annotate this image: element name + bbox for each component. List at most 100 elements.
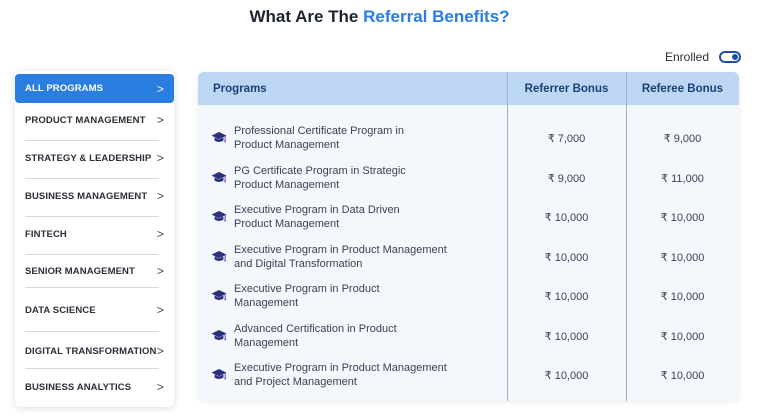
chevron-right-icon: > [156,189,164,203]
enrolled-label: Enrolled [664,50,709,64]
sidebar-divider [25,331,159,332]
sidebar-item-label: SENIOR MANAGEMENT [25,265,135,277]
sidebar-item-fintech[interactable]: FINTECH > [15,219,174,249]
program-name-line: Executive Program in Product [234,283,380,295]
table-row: Professional Certificate Program in Produ… [198,118,739,158]
program-name-line: Executive Program in Data Driven [234,204,400,216]
sidebar-item-digital-transformation[interactable]: DIGITAL TRANSFORMATION > [15,336,174,366]
program-name-line: PG Certificate Program in Strategic [234,165,406,177]
referee-bonus-cell: ₹ 10,000 [660,290,705,303]
column-header-programs: Programs [213,82,267,95]
sidebar-divider [25,368,159,369]
sidebar-item-senior-management[interactable]: SENIOR MANAGEMENT > [15,256,174,286]
sidebar-item-business-management[interactable]: BUSINESS MANAGEMENT > [15,181,174,211]
chevron-right-icon: > [156,344,164,358]
column-header-referrer-bonus: Referrer Bonus [524,82,609,95]
program-name-line: Advanced Certification in Product [234,323,397,335]
referrer-bonus-cell: ₹ 10,000 [544,330,589,343]
chevron-right-icon: > [156,380,164,394]
program-name-line: Management [234,337,299,349]
sidebar-divider [25,254,159,255]
referrer-bonus-cell: ₹ 9,000 [547,172,586,185]
enrolled-toggle[interactable] [719,51,741,63]
sidebar-item-product-management[interactable]: PRODUCT MANAGEMENT > [15,105,174,135]
chevron-right-icon: > [156,151,164,165]
heading-prefix: What Are The [249,7,364,26]
sidebar-item-label: BUSINESS MANAGEMENT [25,190,148,202]
graduation-cap-icon [211,329,227,343]
section-heading: What Are The Referral Benefits? [0,7,759,27]
referee-bonus-cell: ₹ 11,000 [661,172,704,185]
program-name: Executive Program in Product Management a… [234,243,459,271]
program-cell: Executive Program in Product Management [211,276,459,316]
chevron-right-icon: > [156,81,164,96]
program-category-sidebar: ALL PROGRAMS > PRODUCT MANAGEMENT > STRA… [15,71,174,407]
program-name: Executive Program in Data Driven Product … [234,203,459,231]
program-name-line: Professional Certificate Program in [234,125,404,137]
program-name: Executive Program in Product Management a… [234,361,459,389]
program-cell: Executive Program in Data Driven Product … [211,197,459,237]
program-cell: Advanced Certification in Product Managem… [211,316,459,356]
sidebar-item-strategy-leadership[interactable]: STRATEGY & LEADERSHIP > [15,143,174,173]
referee-bonus-cell: ₹ 10,000 [660,251,705,264]
referrer-bonus-cell: ₹ 10,000 [544,251,589,264]
chevron-right-icon: > [156,227,164,241]
program-name-line: and Digital Transformation [234,258,363,270]
program-cell: Executive Program in Product Management a… [211,237,459,277]
referee-bonus-cell: ₹ 10,000 [660,211,705,224]
program-name-line: Management [234,297,299,309]
table-row: Executive Program in Product Management a… [198,355,739,395]
table-row: PG Certificate Program in Strategic Produ… [198,158,739,198]
graduation-cap-icon [211,131,227,145]
sidebar-item-label: DATA SCIENCE [25,304,96,316]
sidebar-divider [25,216,159,217]
sidebar-item-business-analytics[interactable]: BUSINESS ANALYTICS > [15,372,174,402]
table-row: Executive Program in Product Management a… [198,237,739,277]
program-name: Executive Program in Product Management [234,282,459,310]
graduation-cap-icon [211,289,227,303]
column-header-referee-bonus: Referee Bonus [641,82,724,95]
program-name-line: Executive Program in Product Management [234,362,447,374]
sidebar-item-label: BUSINESS ANALYTICS [25,381,132,393]
program-name-line: Product Management [234,139,340,151]
program-name-line: Executive Program in Product Management [234,244,447,256]
program-name: Advanced Certification in Product Managem… [234,322,459,350]
graduation-cap-icon [211,210,227,224]
referrer-bonus-cell: ₹ 10,000 [544,211,589,224]
program-cell: Executive Program in Product Management a… [211,355,459,395]
table-row: Executive Program in Data Driven Product … [198,197,739,237]
sidebar-item-all-programs[interactable]: ALL PROGRAMS > [15,74,174,103]
sidebar-divider [25,287,159,288]
program-name-line: Product Management [234,179,340,191]
program-name-line: and Project Management [234,376,357,388]
referrer-bonus-cell: ₹ 10,000 [544,369,589,382]
program-name-line: Product Management [234,218,340,230]
sidebar-item-label: DIGITAL TRANSFORMATION [25,345,157,357]
program-name: Professional Certificate Program in Produ… [234,124,459,152]
program-name: PG Certificate Program in Strategic Produ… [234,164,459,192]
sidebar-divider [25,178,159,179]
program-cell: Professional Certificate Program in Produ… [211,118,459,158]
graduation-cap-icon [211,368,227,382]
chevron-right-icon: > [156,303,164,317]
table-row: Advanced Certification in Product Managem… [198,316,739,356]
referee-bonus-cell: ₹ 9,000 [663,132,702,145]
enrolled-toggle-row: Enrolled [665,50,741,64]
referee-bonus-cell: ₹ 10,000 [660,330,705,343]
sidebar-item-label: STRATEGY & LEADERSHIP [25,152,152,164]
graduation-cap-icon [211,171,227,185]
toggle-knob [732,54,738,60]
program-cell: PG Certificate Program in Strategic Produ… [211,158,459,198]
sidebar-item-label: ALL PROGRAMS [25,83,104,94]
sidebar-item-data-science[interactable]: DATA SCIENCE > [15,295,174,325]
referrer-bonus-cell: ₹ 10,000 [544,290,589,303]
chevron-right-icon: > [156,113,164,127]
referral-benefits-table: Programs Referrer Bonus Referee Bonus Pr… [198,72,739,401]
sidebar-item-label: PRODUCT MANAGEMENT [25,114,146,126]
table-row: Executive Program in Product Management ₹ … [198,276,739,316]
referee-bonus-cell: ₹ 10,000 [660,369,705,382]
chevron-right-icon: > [156,264,164,278]
graduation-cap-icon [211,250,227,264]
sidebar-item-label: FINTECH [25,228,67,240]
referrer-bonus-cell: ₹ 7,000 [547,132,586,145]
